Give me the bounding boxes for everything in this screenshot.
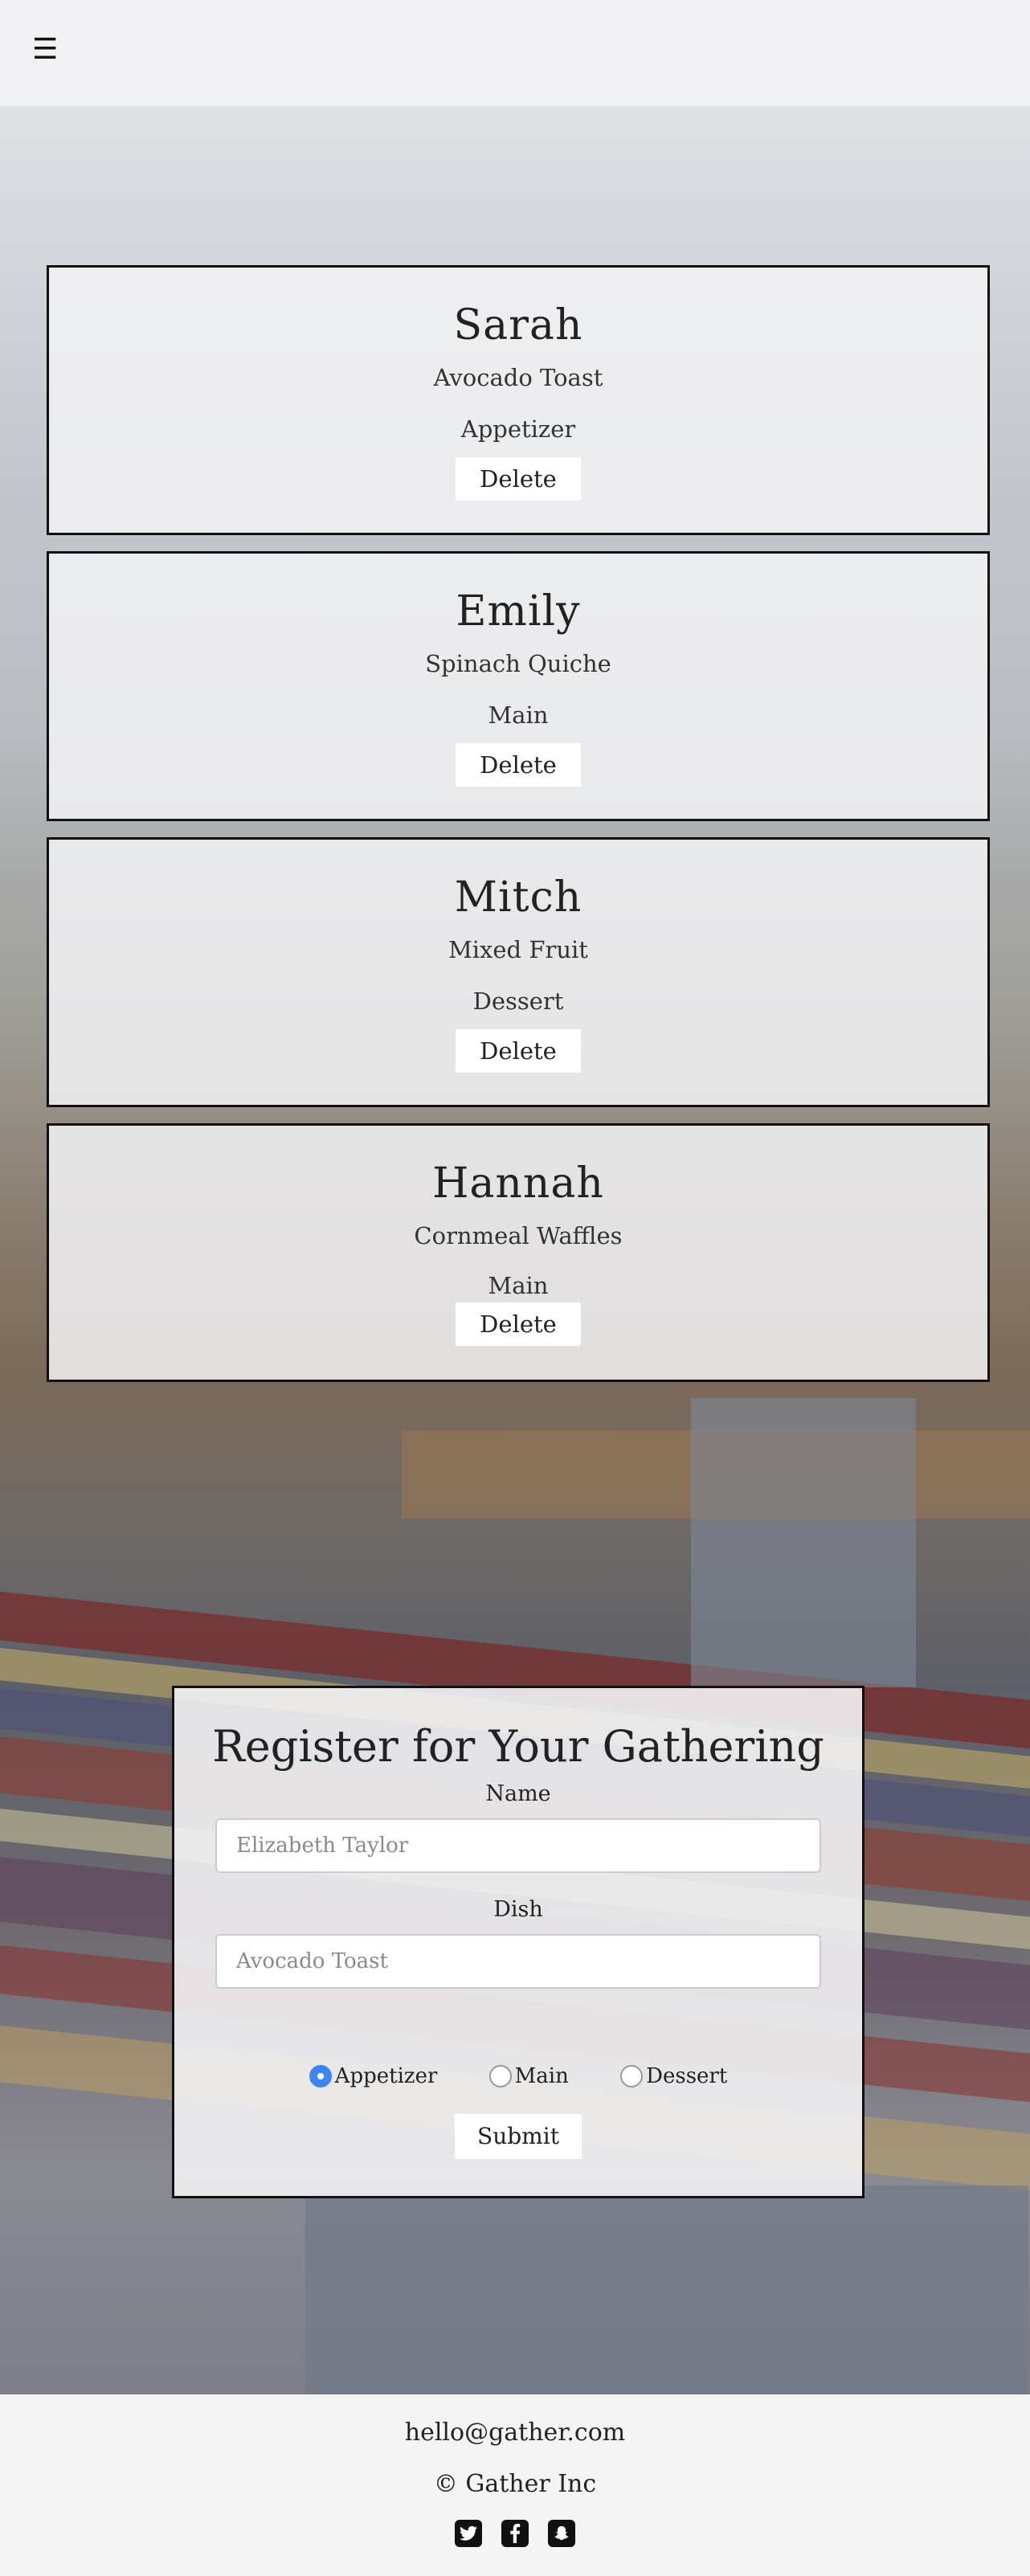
guest-card: Emily Spinach Quiche Main Delete [47, 551, 990, 821]
guest-course: Dessert [472, 987, 564, 1015]
radio-dessert[interactable]: Dessert [620, 2064, 727, 2088]
radio-main[interactable]: Main [488, 2064, 569, 2088]
submit-button[interactable]: Submit [455, 2114, 582, 2159]
registration-form: Register for Your Gathering Name Dish Ap… [172, 1686, 864, 2198]
contact-email[interactable]: hello@gather.com [0, 2419, 1030, 2447]
guest-dish: Mixed Fruit [448, 936, 588, 963]
name-input[interactable] [215, 1818, 821, 1873]
top-nav: ☰ [0, 0, 1030, 106]
dish-input[interactable] [215, 1934, 821, 1989]
guest-dish: Cornmeal Waffles [414, 1222, 623, 1249]
form-title: Register for Your Gathering [212, 1721, 824, 1772]
twitter-icon[interactable] [455, 2520, 482, 2547]
guest-course: Appetizer [460, 415, 576, 443]
guest-course: Main [488, 1272, 549, 1299]
facebook-icon[interactable] [501, 2520, 529, 2547]
guest-name: Sarah [453, 301, 583, 350]
dish-label: Dish [493, 1897, 543, 1922]
guest-course: Main [488, 701, 549, 729]
guest-card: Hannah Cornmeal Waffles Main Delete [47, 1123, 990, 1382]
delete-button[interactable]: Delete [456, 1302, 581, 1346]
guest-name: Hannah [432, 1159, 604, 1208]
social-links [0, 2520, 1030, 2547]
name-label: Name [485, 1781, 551, 1806]
radio-label: Appetizer [334, 2064, 438, 2088]
guest-dish: Spinach Quiche [425, 650, 611, 677]
delete-button[interactable]: Delete [456, 1029, 581, 1073]
hamburger-menu-icon[interactable]: ☰ [32, 34, 61, 66]
guest-card: Mitch Mixed Fruit Dessert Delete [47, 837, 990, 1107]
delete-button[interactable]: Delete [456, 457, 581, 501]
guest-name: Mitch [454, 873, 582, 922]
radio-unselected-icon[interactable] [488, 2065, 512, 2087]
snapchat-icon[interactable] [548, 2520, 575, 2547]
copyright: © Gather Inc [433, 2470, 597, 2498]
radio-unselected-icon[interactable] [620, 2065, 644, 2087]
course-radio-group: Appetizer Main Dessert [174, 2064, 862, 2093]
delete-button[interactable]: Delete [456, 743, 581, 787]
guest-name: Emily [456, 587, 581, 636]
guest-dish: Avocado Toast [433, 364, 603, 391]
radio-label: Main [514, 2064, 569, 2088]
radio-label: Dessert [646, 2064, 728, 2088]
guest-card: Sarah Avocado Toast Appetizer Delete [47, 265, 990, 535]
radio-appetizer[interactable]: Appetizer [309, 2064, 438, 2088]
radio-selected-icon[interactable] [309, 2065, 332, 2087]
footer: hello@gather.com © Gather Inc [0, 2394, 1030, 2576]
